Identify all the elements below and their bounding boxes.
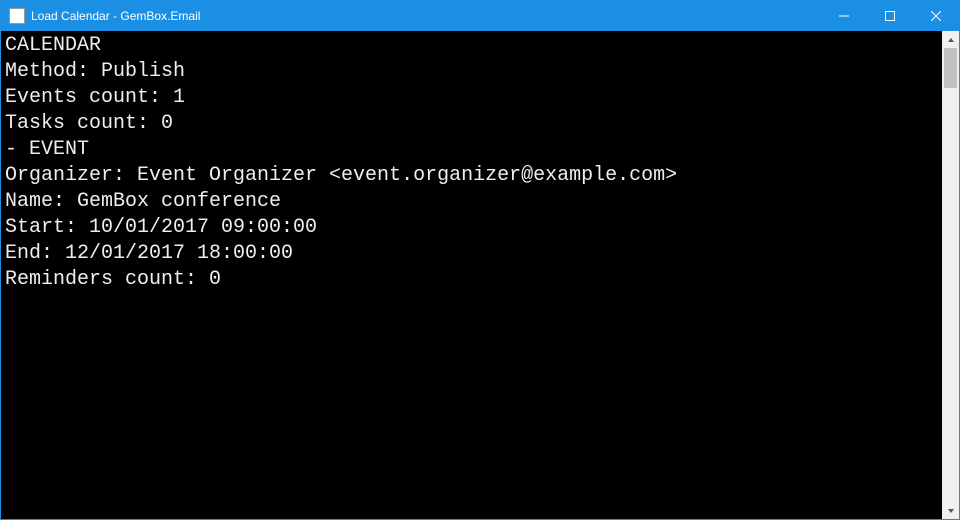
app-icon [9, 8, 25, 24]
console-line: Name: GemBox conference [5, 189, 938, 215]
console-output: CALENDARMethod: PublishEvents count: 1Ta… [1, 31, 942, 519]
console-line: Reminders count: 0 [5, 267, 938, 293]
maximize-button[interactable] [867, 1, 913, 31]
console-line: Events count: 1 [5, 85, 938, 111]
scroll-track[interactable] [942, 48, 959, 502]
console-line: - EVENT [5, 137, 938, 163]
vertical-scrollbar[interactable] [942, 31, 959, 519]
client-area: CALENDARMethod: PublishEvents count: 1Ta… [1, 31, 959, 519]
console-line: End: 12/01/2017 18:00:00 [5, 241, 938, 267]
window-title: Load Calendar - GemBox.Email [31, 9, 200, 23]
console-line: Start: 10/01/2017 09:00:00 [5, 215, 938, 241]
chevron-up-icon [947, 36, 955, 44]
scroll-up-button[interactable] [942, 31, 959, 48]
scroll-thumb[interactable] [944, 48, 957, 88]
titlebar[interactable]: Load Calendar - GemBox.Email [1, 1, 959, 31]
close-icon [931, 11, 941, 21]
window-controls [821, 1, 959, 31]
console-line: Tasks count: 0 [5, 111, 938, 137]
scroll-down-button[interactable] [942, 502, 959, 519]
console-line: Method: Publish [5, 59, 938, 85]
chevron-down-icon [947, 507, 955, 515]
minimize-icon [839, 11, 849, 21]
console-line: CALENDAR [5, 33, 938, 59]
maximize-icon [885, 11, 895, 21]
console-line: Organizer: Event Organizer <event.organi… [5, 163, 938, 189]
minimize-button[interactable] [821, 1, 867, 31]
close-button[interactable] [913, 1, 959, 31]
